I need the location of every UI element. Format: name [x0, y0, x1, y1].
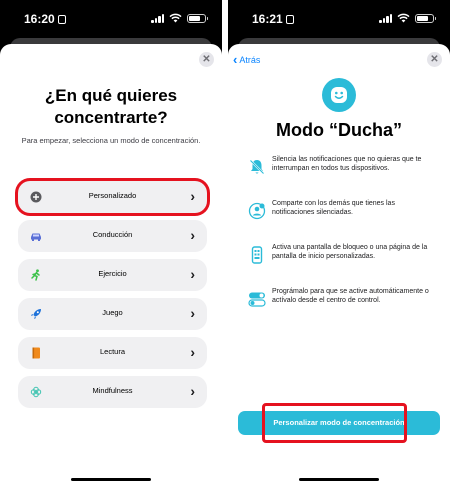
home-indicator	[71, 478, 151, 481]
signal-icon	[379, 14, 392, 23]
feature-item: Comparte con los demás que tienes las no…	[246, 200, 436, 240]
wifi-icon	[397, 13, 410, 23]
status-bar: 16:21	[228, 0, 450, 34]
focus-mode-detail-sheet: ‹ Atrás ✕ Modo “Ducha” Silencia las notif…	[228, 44, 450, 489]
mode-mindfulness-button[interactable]: Mindfulness ›	[18, 376, 207, 408]
page-title: ¿En qué quieres concentrarte?	[44, 86, 178, 127]
close-button[interactable]: ✕	[199, 52, 214, 67]
wifi-icon	[169, 13, 182, 23]
feature-text: Prográmalo para que se active automática…	[272, 288, 429, 304]
focus-setup-sheet: ✕ ¿En qué quieres concentrarte? Para emp…	[0, 44, 222, 489]
status-bar: 16:20	[0, 0, 222, 34]
smiley-icon	[331, 87, 347, 103]
signal-icon	[151, 14, 164, 23]
right-screen: 16:21 ‹ Atrás ✕ Modo “Ducha” Silencia las…	[228, 0, 450, 489]
chevron-right-icon: ›	[190, 227, 195, 243]
toggle-icon	[248, 292, 266, 307]
mode-label: Juego	[102, 308, 123, 317]
feature-text: Comparte con los demás que tienes las no…	[272, 200, 395, 216]
home-indicator	[299, 478, 379, 481]
mode-label: Ejercicio	[98, 269, 127, 278]
mode-label: Mindfulness	[92, 386, 133, 395]
mode-lectura-button[interactable]: Lectura ›	[18, 337, 207, 369]
phone-screen-icon	[251, 246, 263, 264]
person-share-icon	[248, 202, 266, 220]
lock-icon	[285, 15, 294, 24]
chevron-left-icon: ‹	[233, 52, 238, 67]
chevron-right-icon: ›	[190, 188, 195, 204]
back-label: Atrás	[239, 55, 261, 65]
mode-juego-button[interactable]: Juego ›	[18, 298, 207, 330]
mode-label: Personalizado	[88, 191, 137, 200]
back-button[interactable]: ‹ Atrás	[233, 52, 260, 67]
feature-item: Prográmalo para que se active automática…	[246, 288, 436, 328]
bell-slash-icon	[249, 159, 265, 175]
chevron-right-icon: ›	[190, 383, 195, 399]
mode-label: Conducción	[92, 230, 133, 239]
focus-mode-list: Personalizado › Conducción › Ejercicio ›…	[18, 181, 207, 415]
close-button[interactable]: ✕	[427, 52, 442, 67]
status-time: 16:21	[252, 12, 294, 26]
feature-text: Silencia las notificaciones que no quier…	[272, 156, 422, 172]
highlight-box	[262, 403, 407, 443]
feature-text: Activa una pantalla de bloqueo o una pág…	[272, 244, 428, 260]
mode-conduccion-button[interactable]: Conducción ›	[18, 220, 207, 252]
status-time: 16:20	[24, 12, 66, 26]
left-screen: 16:20 ✕ ¿En qué quieres concentrarte? Pa…	[0, 0, 222, 489]
feature-list: Silencia las notificaciones que no quier…	[246, 156, 436, 332]
lock-icon	[57, 15, 66, 24]
chevron-right-icon: ›	[190, 344, 195, 360]
mode-ejercicio-button[interactable]: Ejercicio ›	[18, 259, 207, 291]
feature-item: Silencia las notificaciones que no quier…	[246, 156, 436, 196]
shower-mode-icon	[322, 78, 356, 112]
feature-item: Activa una pantalla de bloqueo o una pág…	[246, 244, 436, 284]
chevron-right-icon: ›	[190, 305, 195, 321]
battery-icon	[415, 14, 436, 23]
battery-icon	[187, 14, 208, 23]
chevron-right-icon: ›	[190, 266, 195, 282]
page-title: Modo “Ducha”	[276, 120, 402, 140]
mode-personalizado-button[interactable]: Personalizado ›	[18, 181, 207, 213]
page-subtitle: Para empezar, selecciona un modo de conc…	[21, 136, 201, 145]
mode-label: Lectura	[99, 347, 126, 356]
